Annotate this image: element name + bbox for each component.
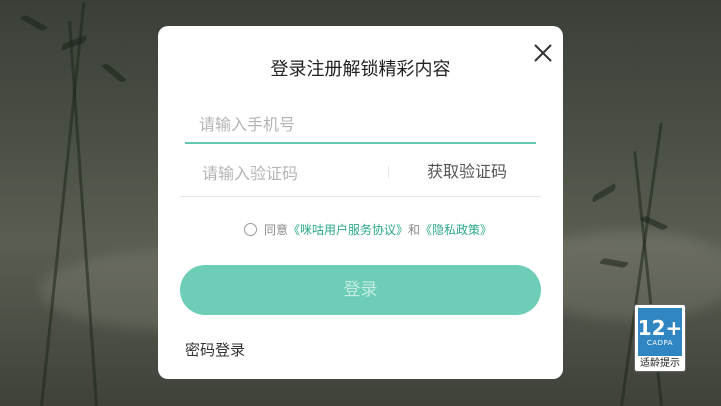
bamboo-leaf (20, 13, 48, 33)
bamboo-stalk (68, 20, 98, 406)
verification-code-row: 获取验证码 (180, 148, 541, 198)
login-button[interactable]: 登录 (180, 265, 541, 315)
agreement-checkbox[interactable] (244, 222, 257, 236)
divider (388, 166, 389, 178)
age-rating-logo: 12+ CADPA (638, 308, 682, 356)
privacy-policy-link[interactable]: 《隐私政策》 (420, 221, 492, 238)
phone-input[interactable] (197, 104, 531, 144)
age-rating-badge: 12+ CADPA 适龄提示 (634, 304, 686, 372)
age-rating-tip: 适龄提示 (640, 358, 680, 369)
agreement-row: 同意 《咪咕用户服务协议》 和 《隐私政策》 (244, 220, 492, 238)
age-rating-number: 12+ (637, 315, 683, 340)
verification-code-input[interactable] (200, 148, 374, 198)
get-code-button[interactable]: 获取验证码 (402, 148, 532, 196)
phone-field (185, 104, 536, 144)
agreement-and: 和 (408, 222, 421, 237)
age-rating-org: CADPA (646, 338, 674, 347)
close-icon (534, 44, 552, 62)
bamboo-leaf (59, 35, 89, 51)
user-agreement-link[interactable]: 《咪咕用户服务协议》 (288, 221, 408, 238)
close-button[interactable] (530, 40, 556, 66)
bamboo-stalk (40, 2, 86, 406)
password-login-link[interactable]: 密码登录 (185, 339, 245, 360)
bamboo-leaf (590, 183, 618, 203)
agreement-prefix: 同意 (264, 222, 289, 237)
dialog-title: 登录注册解锁精彩内容 (270, 59, 451, 80)
bamboo-leaf (101, 61, 127, 85)
login-dialog: 登录注册解锁精彩内容 获取验证码 同意 《咪咕用户服务协议》 和 《隐私政策》 … (158, 26, 563, 379)
